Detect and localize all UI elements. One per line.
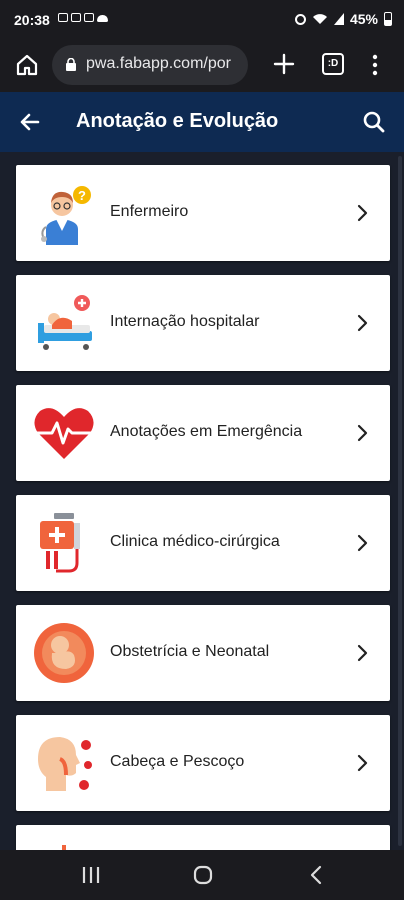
category-list: ? Enfermeiro Internação hospitalar Anota… — [0, 152, 404, 850]
system-navigation-bar — [0, 850, 404, 900]
cloud-icon — [97, 15, 108, 22]
scrollbar[interactable] — [398, 156, 402, 846]
partial-item-icon — [62, 845, 66, 850]
list-item-label: Cabeça e Pescoço — [110, 753, 245, 770]
heart-pulse-icon — [34, 408, 94, 459]
list-item-label: Obstetrícia e Neonatal — [110, 643, 270, 660]
fetus-icon — [34, 623, 94, 683]
system-status-icons: 45% — [294, 11, 392, 27]
list-item-partial[interactable] — [16, 825, 390, 850]
list-item-label: Enfermeiro — [110, 203, 189, 220]
chevron-right-icon — [357, 204, 368, 222]
notification-app-icon — [58, 13, 68, 22]
notification-app-icon — [84, 13, 94, 22]
address-bar[interactable]: pwa.fabapp.com/por — [52, 45, 248, 85]
list-item-label: Clinica médico-cirúrgica — [110, 533, 280, 550]
wifi-icon — [312, 14, 327, 24]
notification-app-icon — [71, 13, 81, 22]
chevron-right-icon — [357, 424, 368, 442]
battery-percent: 45% — [349, 11, 378, 27]
search-icon[interactable] — [360, 108, 388, 136]
alarm-icon — [294, 13, 306, 25]
svg-text:?: ? — [78, 188, 86, 203]
list-item-anotacoes-emergencia[interactable]: Anotações em Emergência — [16, 385, 390, 481]
list-item-clinica-medico-cirurgica[interactable]: Clinica médico-cirúrgica — [16, 495, 390, 591]
recent-apps-icon[interactable] — [80, 865, 102, 885]
status-time: 20:38 — [14, 12, 50, 28]
notification-icons — [58, 13, 108, 22]
list-item-label: Anotações em Emergência — [110, 423, 303, 440]
home-icon[interactable] — [14, 52, 40, 78]
list-item-enfermeiro[interactable]: ? Enfermeiro — [16, 165, 390, 261]
home-button-icon[interactable] — [192, 864, 214, 886]
back-button-icon[interactable] — [306, 864, 328, 886]
nurse-icon: ? — [41, 186, 91, 245]
list-item-obstetricia-neonatal[interactable]: Obstetrícia e Neonatal — [16, 605, 390, 701]
battery-icon — [384, 12, 392, 26]
new-tab-icon[interactable] — [270, 50, 298, 78]
chevron-right-icon — [357, 314, 368, 332]
chevron-right-icon — [357, 754, 368, 772]
page-title: Anotação e Evolução — [76, 110, 279, 132]
tab-switcher-button[interactable]: :D — [322, 53, 344, 75]
signal-icon — [333, 13, 344, 25]
status-bar: 20:38 45% — [0, 0, 404, 40]
lock-icon — [66, 58, 76, 71]
url-text: pwa.fabapp.com/por — [86, 55, 231, 72]
chevron-right-icon — [357, 644, 368, 662]
list-item-label: Internação hospitalar — [110, 313, 260, 330]
chevron-right-icon — [357, 534, 368, 552]
iv-bag-icon — [40, 513, 80, 573]
app-header: Anotação e Evolução — [0, 92, 404, 152]
more-options-icon[interactable] — [366, 52, 384, 78]
list-item-internacao-hospitalar[interactable]: Internação hospitalar — [16, 275, 390, 371]
list-item-cabeca-pescoco[interactable]: Cabeça e Pescoço — [16, 715, 390, 811]
hospital-bed-icon — [38, 295, 92, 350]
browser-toolbar: pwa.fabapp.com/por :D — [0, 40, 404, 92]
head-neck-icon — [38, 737, 92, 791]
back-arrow-icon[interactable] — [16, 108, 44, 136]
